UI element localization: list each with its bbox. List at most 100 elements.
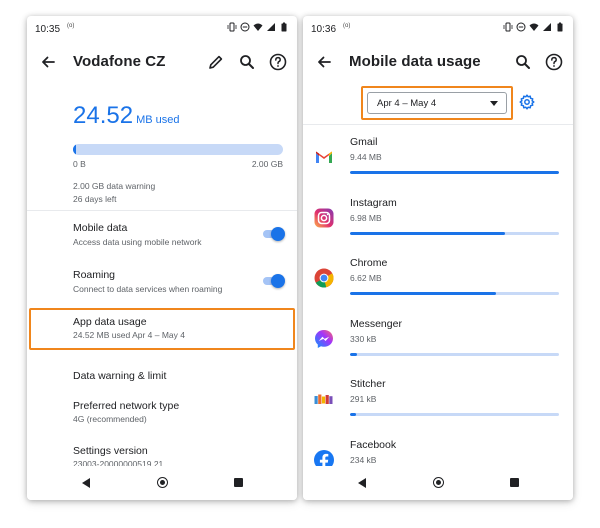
app-usage-bar <box>350 171 559 174</box>
app-usage-item-messenger[interactable]: Messenger 330 kB <box>303 310 573 370</box>
vibrate-icon <box>503 22 513 32</box>
app-name: Facebook <box>350 439 397 451</box>
nav-back-icon[interactable] <box>358 478 366 488</box>
usage-summary: 24.52 MB used <box>73 102 179 130</box>
app-usage-fill <box>350 171 559 174</box>
app-bar: Vodafone CZ <box>27 42 297 82</box>
edit-pencil-icon[interactable] <box>205 51 227 73</box>
highlight-box <box>361 86 513 120</box>
app-usage-fill <box>350 232 505 235</box>
app-name: Stitcher <box>350 378 386 390</box>
divider <box>27 210 297 211</box>
setting-title: Roaming <box>73 269 116 281</box>
app-name: Instagram <box>350 197 397 209</box>
setting-title: Settings version <box>73 445 148 457</box>
stitcher-icon <box>314 394 333 404</box>
status-icons <box>227 22 289 32</box>
roaming-toggle[interactable] <box>263 274 285 288</box>
screenshot-stage: 10:35 (o) Vodafone CZ 24.52 MB used 0 B 2… <box>0 0 600 528</box>
setting-title: Data warning & limit <box>73 370 167 382</box>
page-title: Vodafone CZ <box>73 53 166 70</box>
do-not-disturb-icon <box>240 22 250 32</box>
days-left-text: 26 days left <box>73 194 117 204</box>
app-data-size: 234 kB <box>350 455 377 465</box>
wifi-icon <box>529 23 539 31</box>
messenger-icon <box>315 330 333 348</box>
phone-operator-settings: 10:35 (o) Vodafone CZ 24.52 MB used 0 B 2… <box>27 16 297 500</box>
setting-settings-version[interactable]: Settings version 23003-20000000519.21 <box>27 440 297 469</box>
usage-unit: MB used <box>136 114 180 126</box>
help-icon[interactable] <box>543 51 565 73</box>
cycle-selector-wrap: Apr 4 – May 4 <box>361 86 513 120</box>
mobile-data-toggle[interactable] <box>263 227 285 241</box>
app-bar: Mobile data usage <box>303 42 573 82</box>
app-usage-item-instagram[interactable]: Instagram 6.98 MB <box>303 189 573 249</box>
setting-subtitle: 4G (recommended) <box>73 414 147 424</box>
nav-home-icon[interactable] <box>157 477 168 488</box>
search-icon[interactable] <box>236 51 258 73</box>
back-arrow-icon[interactable] <box>37 51 59 73</box>
wifi-icon <box>253 23 263 31</box>
app-usage-bar <box>350 232 559 235</box>
app-usage-item-gmail[interactable]: Gmail 9.44 MB <box>303 128 573 188</box>
usage-progress-bar <box>73 144 283 155</box>
battery-icon <box>281 22 287 32</box>
app-data-size: 291 kB <box>350 394 377 404</box>
app-usage-item-stitcher[interactable]: Stitcher 291 kB <box>303 370 573 430</box>
vibrate-icon <box>227 22 237 32</box>
instagram-icon <box>314 208 334 228</box>
app-data-size: 6.62 MB <box>350 273 382 283</box>
search-icon[interactable] <box>512 51 534 73</box>
app-name: Messenger <box>350 318 402 330</box>
phone-mobile-data-usage: 10:36 (o) Mobile data usage Apr 4 – May … <box>303 16 573 500</box>
app-usage-bar <box>350 413 559 416</box>
data-warning-text: 2.00 GB data warning <box>73 181 156 191</box>
status-time: 10:35 <box>35 24 61 35</box>
status-time: 10:36 <box>311 24 337 35</box>
do-not-disturb-icon <box>516 22 526 32</box>
highlight-box <box>29 308 295 350</box>
app-data-size: 330 kB <box>350 334 377 344</box>
app-name: Chrome <box>350 257 388 269</box>
setting-preferred-network[interactable]: Preferred network type 4G (recommended) <box>27 392 297 436</box>
status-bar: 10:36 (o) <box>303 16 573 40</box>
app-data-size: 9.44 MB <box>350 152 382 162</box>
setting-subtitle: Access data using mobile network <box>73 237 202 247</box>
app-usage-item-chrome[interactable]: Chrome 6.62 MB <box>303 249 573 309</box>
nav-recents-icon[interactable] <box>234 478 243 487</box>
setting-roaming[interactable]: Roaming Connect to data services when ro… <box>27 262 297 310</box>
battery-icon <box>557 22 563 32</box>
status-bar: 10:35 (o) <box>27 16 297 40</box>
app-name: Gmail <box>350 136 378 148</box>
divider <box>303 124 573 125</box>
app-data-size: 6.98 MB <box>350 213 382 223</box>
signal-icon <box>267 23 275 31</box>
carrier-indicator: (o) <box>343 23 351 29</box>
setting-title: Mobile data <box>73 222 128 234</box>
help-icon[interactable] <box>267 51 289 73</box>
app-usage-bar <box>350 353 559 356</box>
app-usage-bar <box>350 292 559 295</box>
app-usage-fill <box>350 413 357 416</box>
chrome-icon <box>314 268 334 288</box>
setting-title: Preferred network type <box>73 400 180 412</box>
nav-recents-icon[interactable] <box>510 478 519 487</box>
back-arrow-icon[interactable] <box>313 51 335 73</box>
usage-max-label: 2.00 GB <box>251 159 283 169</box>
usage-progress-fill <box>73 144 76 155</box>
nav-home-icon[interactable] <box>433 477 444 488</box>
nav-back-icon[interactable] <box>82 478 90 488</box>
status-icons <box>503 22 565 32</box>
system-nav-bar <box>303 466 573 500</box>
signal-icon <box>543 23 551 31</box>
carrier-indicator: (o) <box>67 23 75 29</box>
setting-data-warning-limit[interactable]: Data warning & limit <box>27 362 297 390</box>
gear-icon[interactable] <box>519 94 535 110</box>
app-usage-fill <box>350 292 497 295</box>
page-title: Mobile data usage <box>349 53 481 70</box>
setting-mobile-data[interactable]: Mobile data Access data using mobile net… <box>27 216 297 262</box>
system-nav-bar <box>27 466 297 500</box>
usage-min-label: 0 B <box>73 159 86 169</box>
setting-subtitle: Connect to data services when roaming <box>73 284 223 294</box>
gmail-icon <box>316 151 332 163</box>
